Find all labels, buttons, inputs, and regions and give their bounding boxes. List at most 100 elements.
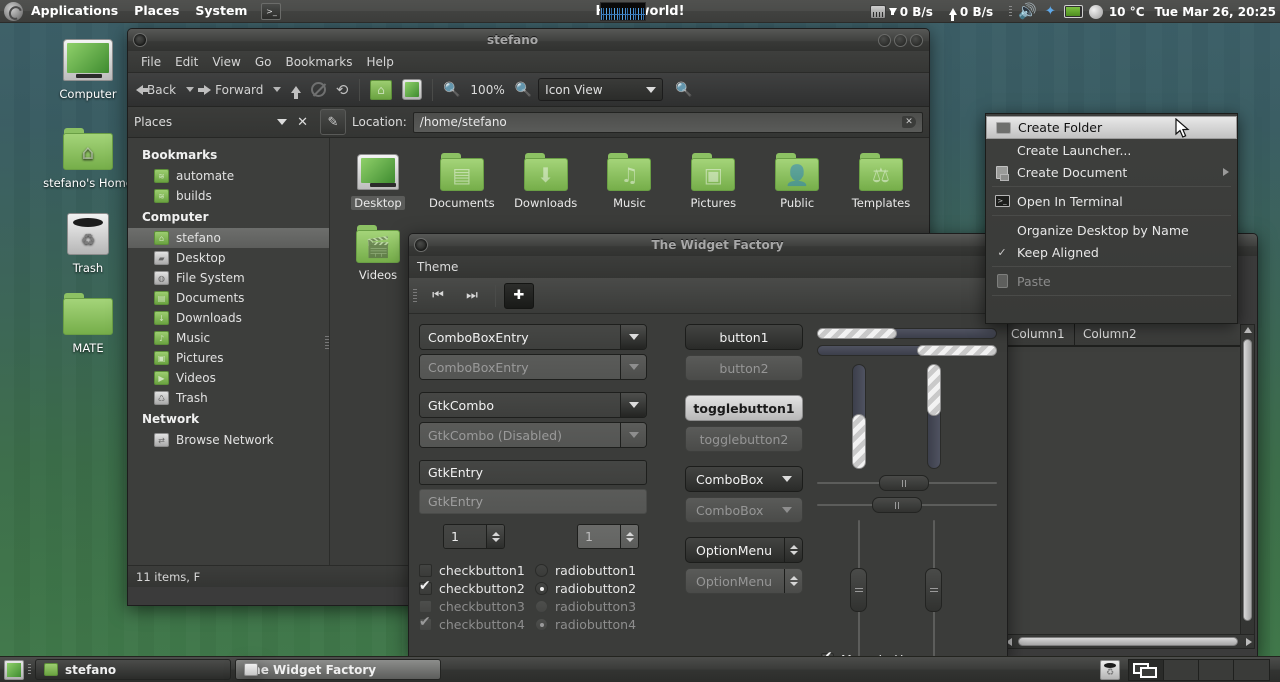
menu-item-organize-desktop-by-name[interactable]: Organize Desktop by Name	[986, 219, 1237, 241]
taskbar-item-stefano[interactable]: stefano	[35, 659, 231, 680]
vscrollbar-2[interactable]	[925, 520, 943, 670]
scrollbar-thumb[interactable]	[1243, 339, 1252, 621]
forward-dropdown[interactable]	[269, 84, 285, 95]
menu-item-keep-aligned[interactable]: ✓ Keep Aligned	[986, 241, 1237, 263]
menu-item-open-in-terminal[interactable]: >_ Open In Terminal	[986, 190, 1237, 212]
menu-system[interactable]: System	[187, 0, 255, 22]
scrollbar-thumb[interactable]	[872, 497, 922, 513]
sidebar-item-browse-network[interactable]: ⇄Browse Network	[128, 430, 329, 450]
horizontal-scrollbar[interactable]	[1003, 634, 1255, 649]
menu-item-create-folder[interactable]: Create Folder	[986, 116, 1237, 139]
file-item[interactable]: ▤ Documents	[424, 148, 500, 210]
clear-icon[interactable]: ✕	[902, 116, 916, 128]
menu-edit[interactable]: Edit	[168, 53, 205, 71]
radiobutton2[interactable]: radiobutton2	[535, 581, 651, 596]
scroll-up-arrow-icon[interactable]	[1244, 327, 1252, 333]
show-desktop-icon[interactable]	[4, 660, 24, 680]
menu-applications[interactable]: Applications	[23, 0, 126, 22]
hscrollbar-1[interactable]	[817, 474, 997, 492]
file-item[interactable]: ▣ Pictures	[675, 148, 751, 210]
menu-go[interactable]: Go	[248, 53, 279, 71]
sidebar-item-documents[interactable]: ▤Documents	[128, 288, 329, 308]
treeview-column-1[interactable]: Column1	[1003, 324, 1075, 345]
hscrollbar-2[interactable]	[817, 496, 997, 514]
sidebar-item-automate[interactable]: ≋automate	[128, 166, 329, 186]
menu-item-create-document[interactable]: Create Document	[986, 161, 1237, 183]
sidebar-item-file-system[interactable]: ◍File System	[128, 268, 329, 288]
menu-bookmarks[interactable]: Bookmarks	[278, 53, 359, 71]
tasklist-grip[interactable]	[28, 664, 31, 676]
menu-help[interactable]: Help	[360, 53, 401, 71]
zoom-in-button[interactable]: 🔍	[511, 79, 536, 101]
speaker-icon[interactable]: 🔊	[1018, 4, 1037, 19]
gtkcombo-1-arrow[interactable]	[620, 393, 646, 417]
comboboxentry-1[interactable]: ComboBoxEntry	[419, 324, 647, 350]
file-item[interactable]: 🎬 Videos	[340, 220, 416, 282]
vscale-1-fill[interactable]	[852, 414, 866, 469]
zoom-out-button[interactable]: 🔍	[439, 79, 464, 101]
gtkcombo-1[interactable]: GtkCombo	[419, 392, 647, 418]
sidebar-item-desktop[interactable]: ▰Desktop	[128, 248, 329, 268]
vscrollbar-1[interactable]	[850, 520, 868, 670]
vertical-scrollbar[interactable]	[1240, 324, 1255, 644]
search-button[interactable]: 🔍	[671, 79, 696, 101]
vscale-2-fill[interactable]	[927, 364, 941, 416]
home-button[interactable]: ⌂	[366, 77, 396, 103]
workspace-3[interactable]	[1199, 660, 1234, 680]
edit-location-button[interactable]: ✎	[320, 109, 346, 135]
window-menu-icon[interactable]	[414, 238, 428, 252]
checkbutton1[interactable]: checkbutton1	[419, 563, 535, 578]
desktop-icon-trash[interactable]: ♻ Trash	[40, 207, 136, 275]
sidebar-item-videos[interactable]: ▶Videos	[128, 368, 329, 388]
weather-icon[interactable]	[1089, 5, 1103, 19]
maximize-button[interactable]	[894, 34, 907, 47]
stop-button[interactable]	[307, 79, 330, 100]
file-manager-titlebar[interactable]: stefano	[128, 29, 929, 51]
workspace-2[interactable]	[1164, 660, 1199, 680]
clock-label[interactable]: Tue Mar 26, 20:25	[1155, 5, 1277, 19]
close-button[interactable]	[910, 34, 923, 47]
terminal-icon[interactable]: >_	[261, 3, 281, 20]
hscale-1-fill[interactable]	[817, 328, 897, 339]
checkbutton2[interactable]: checkbutton2	[419, 581, 535, 596]
comboboxentry-1-arrow[interactable]	[620, 325, 646, 349]
menu-item-change-desktop-background[interactable]	[986, 299, 1237, 321]
sidebar-resize-grip[interactable]	[325, 336, 329, 350]
add-icon[interactable]: ✚	[504, 283, 534, 309]
mate-menu-icon[interactable]	[4, 2, 23, 21]
minimize-button[interactable]	[878, 34, 891, 47]
desktop-icon-mate[interactable]: MATE	[40, 287, 136, 355]
file-item[interactable]: ⚖ Templates	[843, 148, 919, 210]
file-item[interactable]: ♫ Music	[591, 148, 667, 210]
upload-rate-applet[interactable]: 0 B/s	[949, 5, 993, 19]
file-item[interactable]: ⬇ Downloads	[508, 148, 584, 210]
workspace-4[interactable]	[1234, 660, 1269, 680]
file-item[interactable]: 👤 Public	[759, 148, 835, 210]
scrollbar-thumb[interactable]	[1018, 637, 1238, 646]
tray-grip[interactable]	[1009, 6, 1012, 18]
button1[interactable]: button1	[685, 324, 803, 350]
desktop-icon-home[interactable]: ⌂ stefano's Home	[40, 122, 136, 190]
battery-icon[interactable]	[1064, 5, 1083, 18]
go-last-icon[interactable]: ⏭	[457, 283, 487, 309]
reload-button[interactable]: ⟳	[332, 78, 353, 102]
desktop-icon-computer[interactable]: Computer	[40, 33, 136, 101]
hscale-1[interactable]	[817, 326, 997, 340]
file-item[interactable]: Desktop	[340, 148, 416, 210]
radiobutton1[interactable]: radiobutton1	[535, 563, 651, 578]
sidebar-item-downloads[interactable]: ↓Downloads	[128, 308, 329, 328]
up-button[interactable]	[287, 83, 305, 96]
sidebar-item-trash[interactable]: ♺Trash	[128, 388, 329, 408]
sidebar-item-pictures[interactable]: ▣Pictures	[128, 348, 329, 368]
forward-button[interactable]: Forward	[200, 80, 267, 100]
treeview-column-2[interactable]: Column2	[1075, 324, 1255, 345]
sidebar-item-builds[interactable]: ≋builds	[128, 186, 329, 206]
go-first-icon[interactable]: ⏮	[423, 283, 453, 309]
optionmenu-1[interactable]: OptionMenu	[685, 537, 803, 563]
spinbutton-1[interactable]: 1	[443, 524, 505, 549]
network-monitor-applet[interactable]: 0 B/s	[870, 5, 933, 19]
combobox-button-1[interactable]: ComboBox	[685, 466, 803, 492]
sidebar-item-stefano[interactable]: ⌂stefano	[128, 228, 329, 248]
menu-file[interactable]: File	[134, 53, 168, 71]
vscale-2[interactable]	[922, 364, 946, 469]
